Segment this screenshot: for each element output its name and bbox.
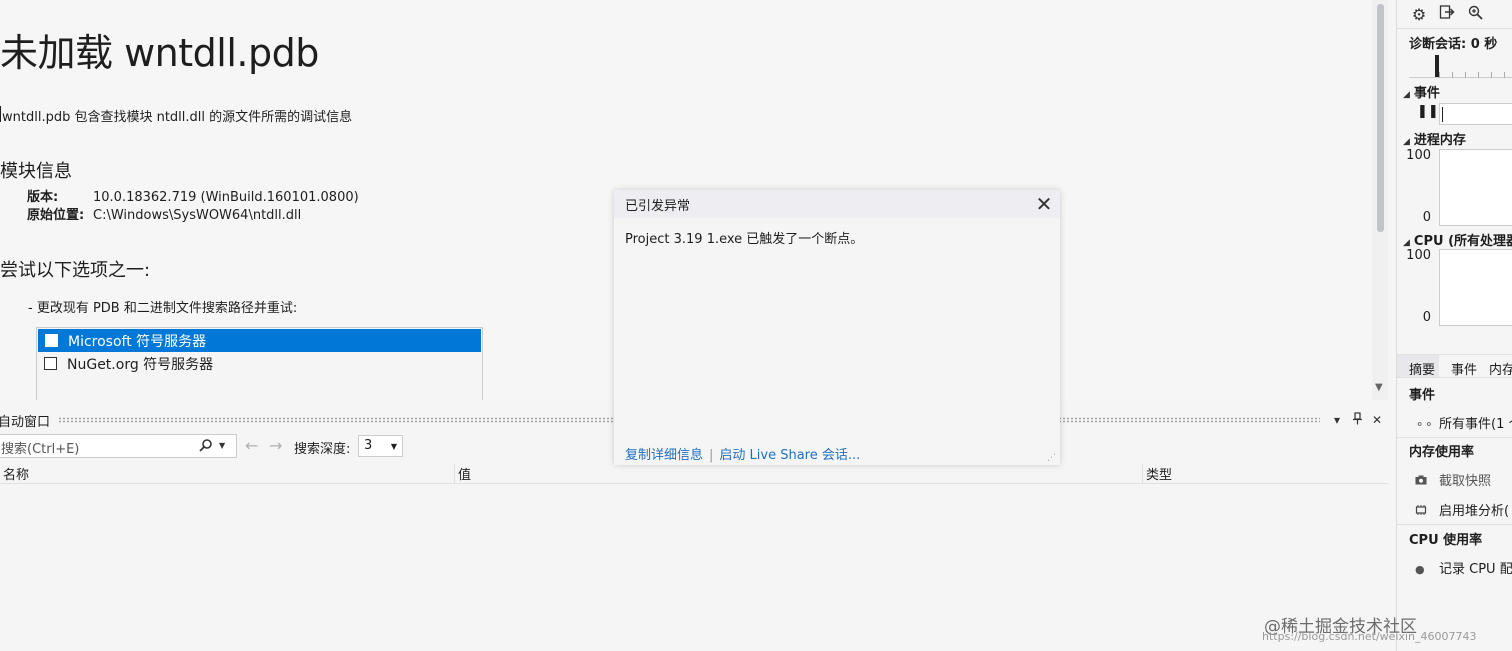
exception-popup: 已引发异常 ✕ Project 3.19 1.exe 已触发了一个断点。 复制详… xyxy=(614,190,1060,465)
memory-section-label: 进程内存 xyxy=(1413,133,1466,148)
export-icon[interactable] xyxy=(1433,4,1461,24)
search-placeholder: 搜索(Ctrl+E) xyxy=(1,442,80,457)
tab-memory[interactable]: 内存 xyxy=(1477,355,1512,378)
close-icon[interactable]: ✕ xyxy=(1368,413,1386,427)
chevron-down-icon: ▼ xyxy=(390,442,397,451)
diagnostics-tabs: 摘要 事件 内存 xyxy=(1397,354,1512,378)
location-label: 原始位置: xyxy=(27,208,85,223)
link-separator: | xyxy=(709,448,714,463)
heap-chip-icon xyxy=(1415,505,1439,518)
chevron-down-icon[interactable]: ▾ xyxy=(1328,413,1346,427)
cpu-section-header[interactable]: ◢ CPU (所有处理器 xyxy=(1403,230,1512,249)
symbol-server-label: NuGet.org 符号服务器 xyxy=(67,356,214,373)
column-value[interactable]: 值 xyxy=(454,464,471,484)
column-name[interactable]: 名称 xyxy=(0,464,29,484)
location-value: C:\Windows\SysWOW64\ntdll.dll xyxy=(93,208,302,223)
scrollbar-thumb[interactable] xyxy=(1377,4,1384,232)
record-cpu-button[interactable]: ● 记录 CPU 配 xyxy=(1415,558,1512,577)
column-type[interactable]: 类型 xyxy=(1142,464,1172,484)
option-change-search-paths: - 更改现有 PDB 和二进制文件搜索路径并重试: xyxy=(28,301,298,316)
try-options-heading: 尝试以下选项之一: xyxy=(0,260,151,281)
cpu-usage-heading: CPU 使用率 xyxy=(1409,533,1483,548)
events-icon: ⚬⚬ xyxy=(1415,418,1434,431)
autos-column-header: 名称 值 类型 xyxy=(0,463,1388,484)
pause-icon[interactable]: ❚❚ xyxy=(1417,104,1439,119)
record-cpu-label: 记录 CPU 配 xyxy=(1439,562,1512,577)
module-info-heading: 模块信息 xyxy=(0,161,72,182)
events-section-header[interactable]: ◢ 事件 xyxy=(1403,82,1440,101)
version-value: 10.0.18362.719 (WinBuild.160101.0800) xyxy=(93,190,359,205)
memory-section-header[interactable]: ◢ 进程内存 xyxy=(1403,129,1466,148)
symbol-server-label: Microsoft 符号服务器 xyxy=(68,333,207,350)
heap-analysis-button[interactable]: 启用堆分析( xyxy=(1415,500,1509,519)
search-input[interactable]: 搜索(Ctrl+E) ▼ xyxy=(0,434,237,458)
collapse-triangle-icon[interactable]: ◢ xyxy=(1403,90,1410,100)
resize-grip-icon[interactable]: ⋰ xyxy=(1047,453,1056,463)
location-row: 原始位置: C:\Windows\SysWOW64\ntdll.dll xyxy=(27,204,301,223)
exception-title: 已引发异常 xyxy=(625,198,691,214)
collapse-triangle-icon[interactable]: ◢ xyxy=(1403,238,1410,248)
chevron-down-icon[interactable]: ▼ xyxy=(1375,382,1383,393)
symbol-server-nuget[interactable]: NuGet.org 符号服务器 xyxy=(37,352,482,375)
all-events-link[interactable]: ⚬⚬ 所有事件(1 个 xyxy=(1415,413,1512,432)
memory-graph[interactable] xyxy=(1439,149,1512,226)
document-scrollbar[interactable]: ▼ xyxy=(1372,0,1388,400)
camera-icon xyxy=(1415,475,1439,488)
cpu-section-label: CPU (所有处理器 xyxy=(1413,234,1512,249)
search-depth-value: 3 xyxy=(364,438,373,453)
version-row: 版本: 10.0.18362.719 (WinBuild.160101.0800) xyxy=(27,186,359,205)
diagnostic-session-time: 诊断会话: 0 秒 xyxy=(1409,37,1498,52)
document-description: wntdll.pdb 包含查找模块 ntdll.dll 的源文件所需的调试信息 xyxy=(0,106,352,125)
timeline-ticks xyxy=(1439,72,1512,78)
memory-usage-heading: 内存使用率 xyxy=(1409,445,1475,460)
session-timeline[interactable] xyxy=(1409,52,1512,78)
close-icon[interactable]: ✕ xyxy=(1034,192,1054,216)
live-share-link[interactable]: 启动 Live Share 会话... xyxy=(719,448,860,463)
search-icon[interactable] xyxy=(199,438,213,456)
symbol-server-microsoft[interactable]: Microsoft 符号服务器 xyxy=(38,329,481,352)
collapse-triangle-icon[interactable]: ◢ xyxy=(1403,137,1410,147)
zoom-in-icon[interactable] xyxy=(1461,5,1489,24)
heap-analysis-label: 启用堆分析( xyxy=(1439,504,1510,519)
cpu-axis-max: 100 xyxy=(1406,248,1431,263)
tab-events[interactable]: 事件 xyxy=(1439,355,1477,378)
version-label: 版本: xyxy=(27,190,59,205)
all-events-label: 所有事件(1 个 xyxy=(1439,417,1512,432)
chevron-down-icon[interactable]: ▼ xyxy=(219,441,225,450)
gear-icon[interactable]: ⚙ xyxy=(1405,5,1433,24)
pin-icon[interactable] xyxy=(1348,412,1366,428)
arrow-right-icon[interactable]: → xyxy=(269,436,282,455)
cpu-axis-min: 0 xyxy=(1422,310,1431,325)
diagnostics-toolbar: ⚙ xyxy=(1397,0,1512,29)
autos-title: 自动窗口 xyxy=(0,414,51,430)
memory-axis-max: 100 xyxy=(1406,148,1431,163)
tab-summary[interactable]: 摘要 xyxy=(1397,355,1440,378)
watermark-url: https://blog.csdn.net/weixin_46007743 xyxy=(1262,630,1477,643)
take-snapshot-label: 截取快照 xyxy=(1439,474,1492,489)
page-title: 未加载 wntdll.pdb xyxy=(0,31,319,75)
exception-message: Project 3.19 1.exe 已触发了一个断点。 xyxy=(625,232,864,247)
checkbox-nuget[interactable] xyxy=(44,357,57,370)
events-heading: 事件 xyxy=(1409,388,1436,403)
symbol-server-list[interactable]: Microsoft 符号服务器 NuGet.org 符号服务器 xyxy=(36,327,483,400)
search-depth-label: 搜索深度: xyxy=(294,442,351,457)
cpu-graph[interactable] xyxy=(1439,249,1512,326)
checkbox-microsoft[interactable] xyxy=(45,334,58,347)
diagnostic-tools-pane: ⚙ 诊断会话: 0 秒 ◢ 事件 ❚❚ ◢ 进程内存 100 0 ◢ CPU (所有处… xyxy=(1396,0,1512,651)
events-track xyxy=(1439,103,1512,125)
copy-details-link[interactable]: 复制详细信息 xyxy=(625,448,703,463)
events-section-label: 事件 xyxy=(1413,86,1440,101)
memory-axis-min: 0 xyxy=(1422,210,1431,225)
divider xyxy=(1397,437,1512,438)
exception-links: 复制详细信息 | 启动 Live Share 会话... xyxy=(625,444,860,463)
exception-header: 已引发异常 ✕ xyxy=(614,190,1060,218)
search-depth-select[interactable]: 3 ▼ xyxy=(358,435,403,457)
divider xyxy=(1397,524,1512,525)
arrow-left-icon[interactable]: ← xyxy=(245,436,258,455)
record-icon: ● xyxy=(1415,563,1425,576)
take-snapshot-button[interactable]: 截取快照 xyxy=(1415,470,1491,489)
